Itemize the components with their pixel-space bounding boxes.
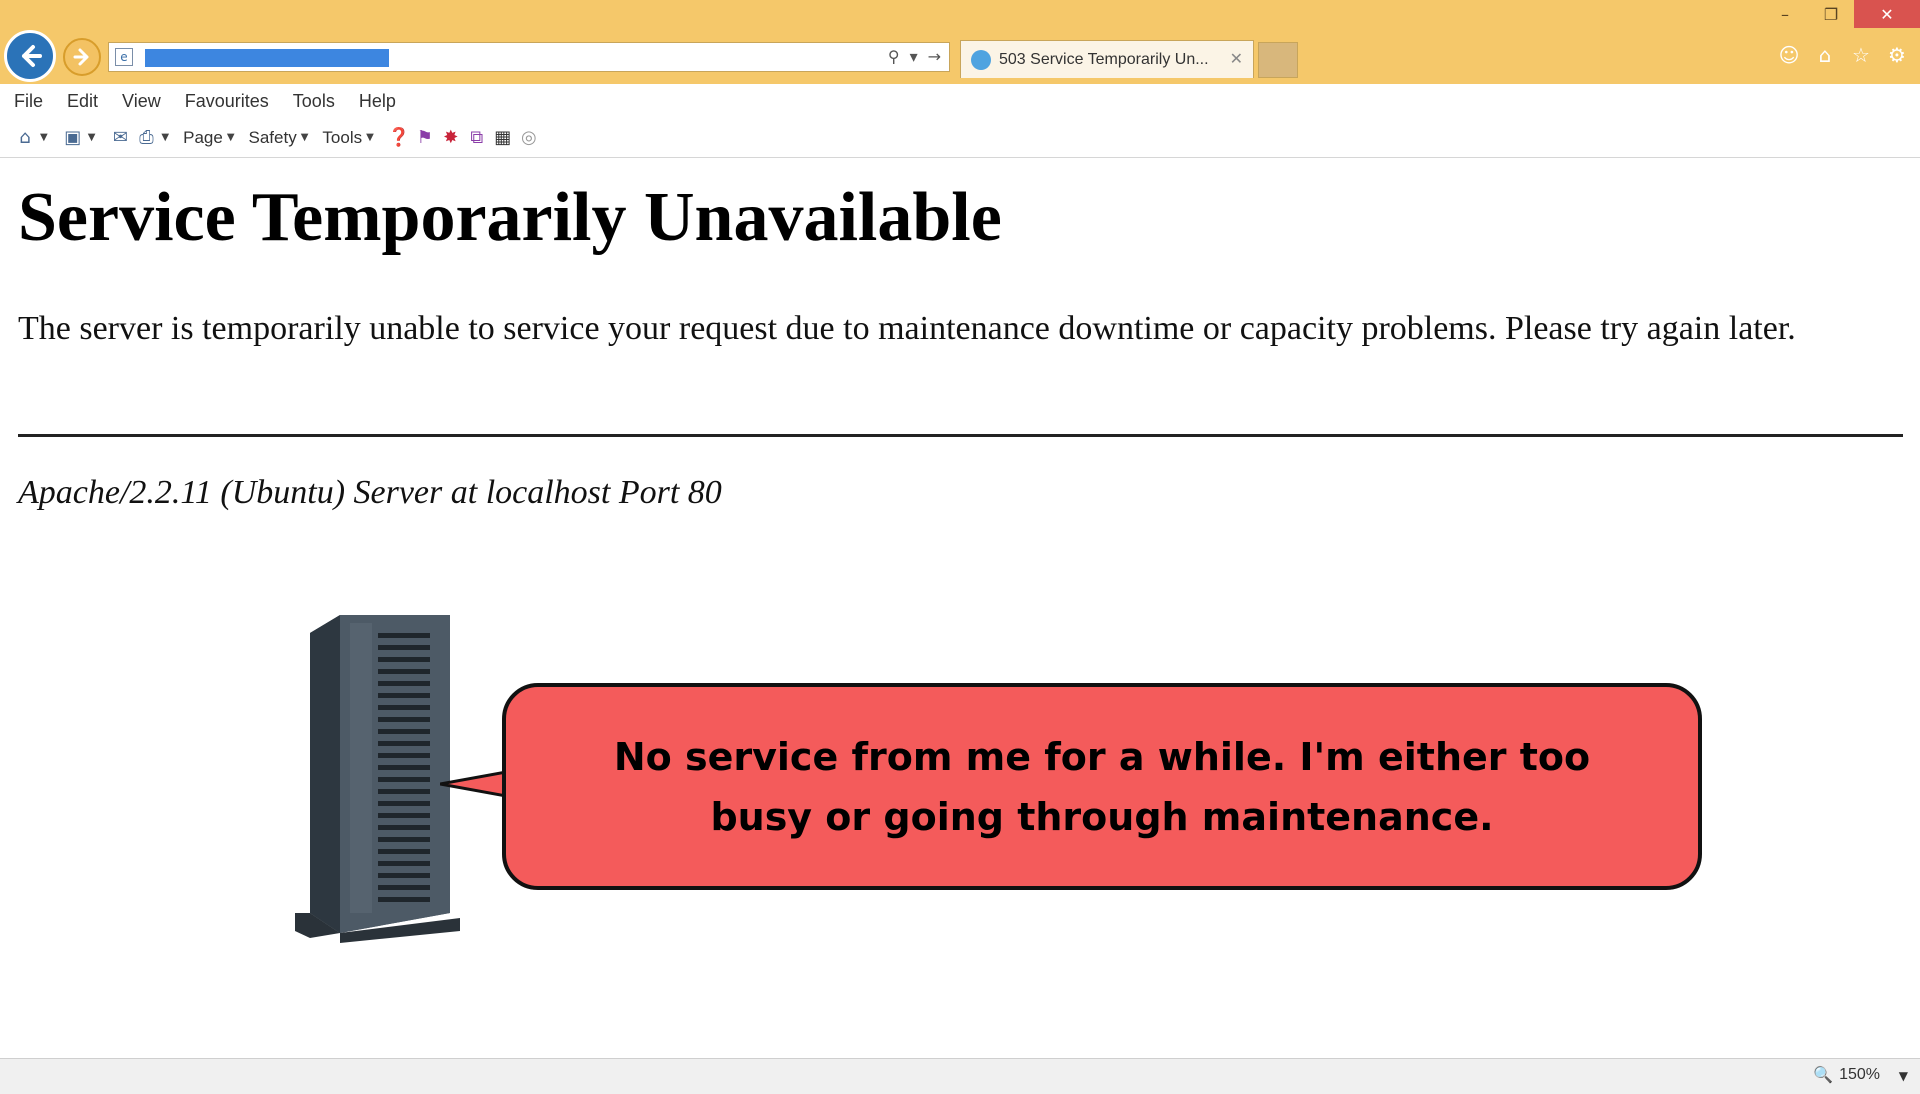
ie-page-icon bbox=[971, 49, 991, 70]
divider bbox=[18, 434, 1903, 437]
safety-menu-button[interactable]: Safety bbox=[249, 128, 297, 148]
home-page-icon[interactable]: ⌂ bbox=[14, 127, 36, 149]
tab-close-icon[interactable]: ✕ bbox=[1230, 49, 1243, 68]
tab-active[interactable]: 503 Service Temporarily Un... ✕ bbox=[960, 40, 1254, 78]
zoom-magnifier-icon: 🔍 bbox=[1813, 1067, 1834, 1084]
address-bar[interactable]: e ⚲ ▾ → bbox=[108, 42, 950, 72]
menu-bar: File Edit View Favourites Tools Help bbox=[0, 84, 1920, 118]
search-icon[interactable]: ⚲ bbox=[888, 47, 900, 66]
back-button[interactable] bbox=[4, 30, 56, 82]
addon-red-icon[interactable]: ✸ bbox=[440, 127, 462, 149]
status-bar: 🔍 150% ▼ bbox=[0, 1058, 1920, 1094]
new-tab-button[interactable] bbox=[1258, 42, 1298, 78]
page-menu-button[interactable]: Page bbox=[183, 128, 223, 148]
chevron-down-icon[interactable]: ▼ bbox=[88, 132, 96, 143]
menu-edit[interactable]: Edit bbox=[67, 91, 98, 112]
settings-circle-icon[interactable]: ◎ bbox=[518, 127, 540, 149]
chevron-down-icon[interactable]: ▼ bbox=[40, 132, 48, 143]
zoom-level: 150% bbox=[1839, 1066, 1880, 1083]
page-content: Service Temporarily Unavailable The serv… bbox=[0, 158, 1920, 1058]
chevron-down-icon[interactable]: ▼ bbox=[1899, 1069, 1908, 1083]
menu-help[interactable]: Help bbox=[359, 91, 396, 112]
page-icon: e bbox=[115, 48, 133, 66]
chevron-down-icon[interactable]: ▼ bbox=[301, 132, 309, 143]
forward-button[interactable] bbox=[63, 38, 101, 76]
gear-icon[interactable]: ⚙ bbox=[1886, 43, 1908, 67]
zoom-control[interactable]: 🔍 150% bbox=[1813, 1065, 1880, 1085]
tab-title: 503 Service Temporarily Un... bbox=[999, 50, 1209, 68]
screenshot-icon[interactable]: ▦ bbox=[492, 127, 514, 149]
restore-button[interactable]: ❐ bbox=[1808, 0, 1854, 28]
browser-title-bar: – ❐ ✕ e ⚲ ▾ → 503 Service Temporarily Un… bbox=[0, 0, 1920, 84]
print-icon[interactable]: ⎙ bbox=[135, 127, 157, 149]
research-icon[interactable]: ⚑ bbox=[414, 127, 436, 149]
address-tools: ⚲ ▾ → bbox=[888, 47, 941, 66]
page-title: Service Temporarily Unavailable bbox=[18, 179, 1002, 256]
menu-view[interactable]: View bbox=[122, 91, 161, 112]
smiley-feedback-icon[interactable]: ☺ bbox=[1778, 43, 1800, 67]
chevron-down-icon[interactable]: ▼ bbox=[366, 132, 374, 143]
browser-right-icons: ☺ ⌂ ☆ ⚙ bbox=[1778, 43, 1908, 67]
favorites-star-icon[interactable]: ☆ bbox=[1850, 43, 1872, 67]
chevron-down-icon[interactable]: ▼ bbox=[161, 132, 169, 143]
address-url-highlight[interactable] bbox=[145, 49, 389, 67]
messenger-icon[interactable]: ⧉ bbox=[466, 127, 488, 149]
back-arrow-icon bbox=[22, 45, 42, 67]
home-icon[interactable]: ⌂ bbox=[1814, 43, 1836, 67]
help-icon[interactable]: ❓ bbox=[388, 127, 410, 149]
command-bar: ⌂ ▼ ▣ ▼ ✉ ⎙ ▼ Page ▼ Safety ▼ Tools ▼ ❓ … bbox=[0, 118, 1920, 158]
dropdown-caret-icon[interactable]: ▾ bbox=[910, 47, 918, 66]
minimize-button[interactable]: – bbox=[1762, 0, 1808, 28]
menu-file[interactable]: File bbox=[14, 91, 43, 112]
go-arrow-icon[interactable]: → bbox=[928, 47, 941, 66]
server-signature: Apache/2.2.11 (Ubuntu) Server at localho… bbox=[18, 474, 722, 511]
menu-tools[interactable]: Tools bbox=[293, 91, 335, 112]
menu-favourites[interactable]: Favourites bbox=[185, 91, 269, 112]
speech-bubble-text: No service from me for a while. I'm eith… bbox=[613, 734, 1591, 839]
feeds-icon[interactable]: ▣ bbox=[62, 127, 84, 149]
window-controls: – ❐ ✕ bbox=[1762, 0, 1920, 28]
close-button[interactable]: ✕ bbox=[1854, 0, 1920, 28]
mail-icon[interactable]: ✉ bbox=[109, 127, 131, 149]
chevron-down-icon[interactable]: ▼ bbox=[227, 132, 235, 143]
speech-bubble: No service from me for a while. I'm eith… bbox=[502, 683, 1702, 890]
forward-arrow-icon bbox=[73, 48, 89, 66]
error-message: The server is temporarily unable to serv… bbox=[18, 310, 1796, 347]
tools-menu-button[interactable]: Tools bbox=[322, 128, 362, 148]
